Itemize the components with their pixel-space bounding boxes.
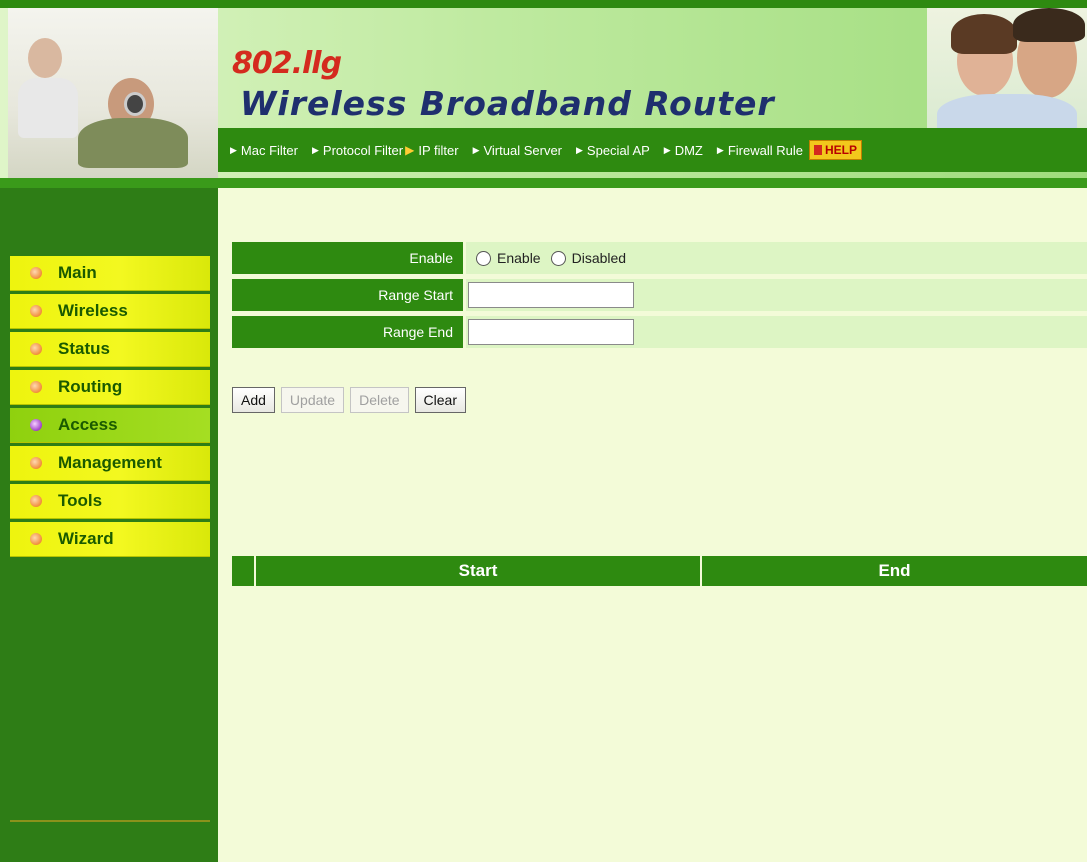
disabled-radio-label: Disabled — [571, 250, 627, 266]
play-arrow-icon: ▶ — [230, 144, 237, 155]
nav-label: DMZ — [674, 142, 703, 158]
nav-label: Virtual Server — [483, 142, 562, 158]
play-arrow-icon: ▶ — [311, 144, 319, 155]
update-button[interactable]: Update — [280, 387, 345, 413]
sidebar-item-label: Wireless — [58, 301, 128, 320]
help-icon — [813, 145, 822, 155]
table-column-end: End — [878, 561, 911, 580]
range-end-label: Range End — [232, 316, 463, 348]
nav-label: IP filter — [418, 142, 459, 158]
play-arrow-icon: ▶ — [472, 144, 480, 155]
sidebar-item-label: Wizard — [58, 529, 114, 548]
add-button[interactable]: Add — [232, 387, 275, 413]
sidebar-item-label: Access — [58, 415, 118, 434]
help-button[interactable]: HELP — [808, 140, 862, 160]
range-start-input[interactable] — [468, 282, 634, 308]
bullet-icon — [30, 495, 42, 507]
play-arrow-icon: ▶ — [576, 144, 583, 155]
sidebar-item-label: Tools — [58, 491, 103, 510]
range-end-input[interactable] — [468, 319, 634, 345]
range-start-cell — [466, 279, 1087, 311]
sidebar-item-access[interactable]: Access — [10, 408, 210, 443]
disabled-radio[interactable] — [550, 250, 566, 266]
table-column-start: Start — [256, 556, 702, 586]
range-end-row: Range End — [232, 316, 1087, 350]
table-column-select — [232, 556, 256, 586]
sidebar-item-wireless[interactable]: Wireless — [10, 294, 210, 329]
sidebar-item-label: Routing — [58, 377, 123, 396]
delete-button[interactable]: Delete — [350, 387, 409, 413]
sidebar-item-routing[interactable]: Routing — [10, 370, 210, 405]
brand-title: Wireless Broadband Router — [240, 84, 775, 123]
nav-label: Firewall Rule — [727, 142, 803, 158]
nav-special-ap[interactable]: ▶ Special AP — [576, 143, 650, 158]
sidebar-menu: Main Wireless Status Routing Access Mana… — [10, 256, 210, 560]
sidebar-footer-divider — [10, 820, 210, 822]
sidebar-item-wizard[interactable]: Wizard — [10, 522, 210, 557]
bullet-icon — [30, 343, 42, 355]
action-buttons: Add Update Delete Clear — [232, 387, 472, 413]
range-start-row: Range Start — [232, 279, 1087, 313]
nav-label: Protocol Filter — [322, 142, 404, 158]
sidebar-item-main[interactable]: Main — [10, 256, 210, 291]
nav-label: Mac Filter — [240, 142, 298, 158]
enable-options: Enable Disabled — [466, 242, 1087, 274]
bullet-icon — [30, 267, 42, 279]
header-divider — [0, 178, 1087, 188]
nav-mac-filter[interactable]: ▶ Mac Filter — [230, 143, 298, 158]
bullet-icon — [30, 419, 42, 431]
play-arrow-icon: ▶ — [663, 144, 671, 155]
bullet-icon — [30, 305, 42, 317]
range-end-cell — [466, 316, 1087, 348]
nav-dmz[interactable]: ▶ DMZ — [664, 143, 703, 158]
enable-radio-label: Enable — [497, 250, 541, 266]
play-arrow-icon: ▶ — [716, 144, 724, 155]
sidebar-item-label: Main — [58, 263, 97, 282]
enable-label: Enable — [232, 242, 463, 274]
bullet-icon — [30, 457, 42, 469]
header-photo-right — [927, 8, 1087, 144]
top-accent-bar — [0, 0, 1087, 8]
nav-label: Special AP — [586, 142, 650, 158]
bullet-icon — [30, 381, 42, 393]
nav-firewall-rule[interactable]: ▶ Firewall Rule — [717, 143, 803, 158]
range-start-label: Range Start — [232, 279, 463, 311]
sidebar-item-label: Management — [58, 453, 162, 472]
header-photo-left — [8, 8, 218, 178]
nav-protocol-filter[interactable]: ▶ Protocol Filter — [312, 143, 403, 158]
nav-ip-filter[interactable]: ▶ IP filter — [405, 143, 458, 158]
main-content: Enable Enable Disabled Range Start Range… — [218, 188, 1087, 862]
brand-model: 802.llg — [232, 46, 342, 81]
help-label: HELP — [824, 143, 857, 157]
bullet-icon — [30, 533, 42, 545]
sidebar: Main Wireless Status Routing Access Mana… — [0, 188, 218, 862]
sidebar-item-label: Status — [58, 339, 110, 358]
sidebar-item-tools[interactable]: Tools — [10, 484, 210, 519]
top-navigation: ▶ Mac Filter ▶ Protocol Filter ▶ IP filter … — [218, 128, 1087, 172]
enable-radio[interactable] — [476, 250, 491, 266]
nav-virtual-server[interactable]: ▶ Virtual Server — [473, 143, 562, 158]
play-arrow-icon: ▶ — [405, 143, 415, 157]
sidebar-item-management[interactable]: Management — [10, 446, 210, 481]
sidebar-item-status[interactable]: Status — [10, 332, 210, 367]
clear-button[interactable]: Clear — [414, 387, 467, 413]
enable-row: Enable Enable Disabled — [232, 242, 1087, 276]
ip-filter-table-header: Start End — [232, 556, 1087, 586]
